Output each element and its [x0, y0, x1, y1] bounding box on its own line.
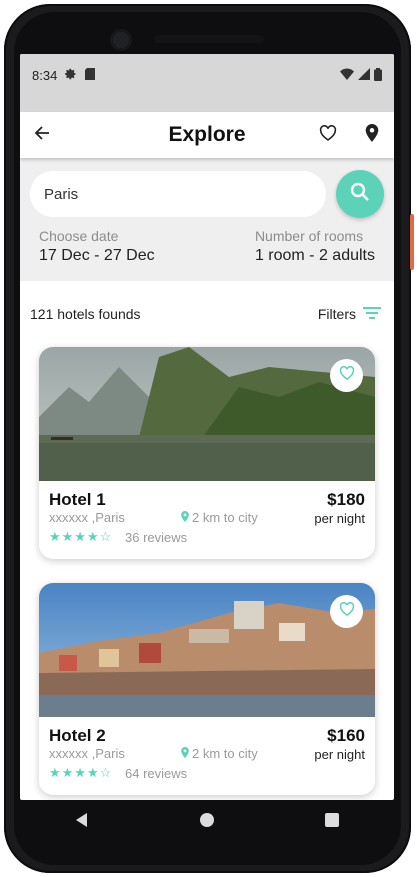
status-time: 8:34 [32, 68, 58, 83]
date-value: 17 Dec - 27 Dec [39, 247, 155, 264]
app-bar: Explore [20, 112, 394, 158]
favorite-toggle[interactable] [330, 359, 363, 392]
hotel-distance: 2 km to city [192, 746, 258, 761]
filters-button[interactable]: Filters [318, 306, 382, 323]
search-button[interactable] [336, 170, 384, 218]
hotel-price: $160 [327, 726, 365, 745]
map-button[interactable] [350, 112, 394, 158]
settings-gear-icon [65, 68, 77, 83]
search-input[interactable] [30, 171, 326, 217]
signal-icon [358, 68, 370, 83]
status-bar: 8:34 [20, 54, 394, 97]
arrow-left-icon [34, 125, 50, 146]
favorite-toggle[interactable] [330, 595, 363, 628]
hotel-name: Hotel 2 [49, 726, 106, 745]
front-camera [113, 32, 129, 48]
search-panel: Choose date 17 Dec - 27 Dec Number of ro… [20, 158, 394, 281]
app-screen: 8:34 Explore Paris Choose date 17 Dec - … [20, 54, 394, 800]
star-rating: ★★★★☆ [49, 765, 113, 780]
heart-outline-icon [339, 601, 355, 621]
sd-card-icon [85, 68, 96, 83]
rooms-value: 1 room - 2 adults [254, 247, 375, 264]
nav-home-button[interactable] [199, 812, 215, 833]
earpiece-speaker [154, 35, 264, 43]
back-button[interactable] [20, 112, 64, 158]
location-pin-icon [181, 510, 189, 525]
location-pin-icon [365, 123, 379, 147]
hotel-location: xxxxxx ,Paris [49, 510, 125, 525]
rooms-label: Number of rooms [254, 228, 364, 244]
location-pin-icon [181, 746, 189, 761]
hotel-name: Hotel 1 [49, 490, 106, 509]
hotel-list: Hotel 1 $180 per night xxxxxx ,Paris 2 k… [20, 347, 394, 795]
hotel-info: Hotel 1 $180 per night xxxxxx ,Paris 2 k… [39, 481, 375, 559]
wifi-icon [340, 68, 354, 83]
date-picker[interactable]: Choose date 17 Dec - 27 Dec [39, 228, 155, 265]
hotel-photo [39, 347, 375, 481]
date-label: Choose date [39, 228, 119, 244]
hotel-card[interactable]: Hotel 2 $160 per night xxxxxx ,Paris 2 k… [39, 583, 375, 795]
volume-button [410, 214, 414, 270]
heart-outline-icon [339, 365, 355, 385]
nav-back-button[interactable] [75, 812, 89, 833]
review-count: 36 reviews [125, 529, 188, 545]
review-count: 64 reviews [125, 765, 188, 781]
rooms-picker[interactable]: Number of rooms 1 room - 2 adults [255, 228, 375, 265]
hotel-distance: 2 km to city [192, 510, 258, 525]
heart-outline-icon [319, 124, 337, 146]
filters-label: Filters [317, 306, 356, 322]
filter-lines-icon [362, 306, 382, 323]
price-unit: per night [314, 511, 365, 526]
star-rating: ★★★★☆ [49, 529, 113, 544]
hotel-card[interactable]: Hotel 1 $180 per night xxxxxx ,Paris 2 k… [39, 347, 375, 559]
hotel-info: Hotel 2 $160 per night xxxxxx ,Paris 2 k… [39, 717, 375, 795]
nav-recents-button[interactable] [325, 812, 339, 832]
results-count: 121 hotels founds [30, 306, 141, 322]
hotel-photo [39, 583, 375, 717]
hotel-location: xxxxxx ,Paris [49, 746, 125, 761]
battery-icon [374, 67, 382, 84]
search-icon [350, 182, 370, 207]
favorites-button[interactable] [306, 112, 350, 158]
results-bar: 121 hotels founds Filters [20, 281, 394, 347]
price-unit: per night [314, 747, 365, 762]
hotel-price: $180 [327, 490, 365, 509]
android-nav-bar [20, 800, 394, 844]
status-spacer [20, 97, 394, 112]
